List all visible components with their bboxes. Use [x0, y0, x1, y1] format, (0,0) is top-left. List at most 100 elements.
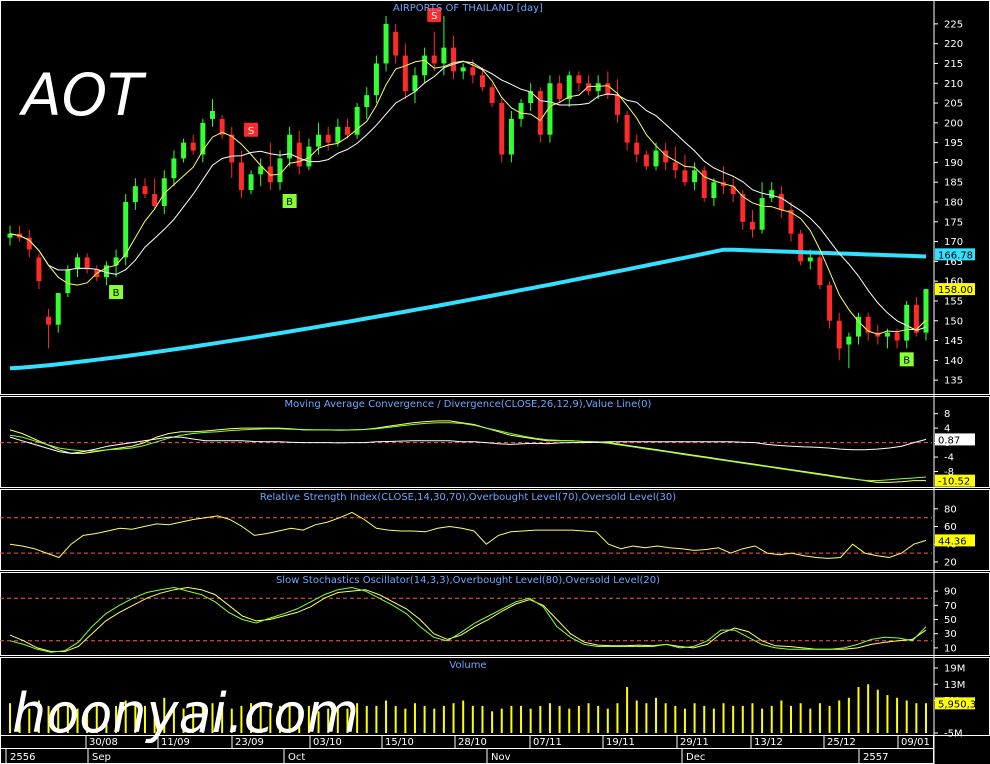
y-tick-label: 185: [944, 178, 963, 189]
y-tick-label: 8: [944, 409, 950, 420]
candle-body: [605, 83, 611, 96]
y-tick-label: 140: [944, 356, 963, 367]
candle-body: [55, 293, 61, 325]
y-tick-label: 220: [944, 39, 963, 50]
candle-body: [470, 67, 476, 76]
y-tick-label: -5M: [944, 729, 963, 740]
x-month-label: Nov: [491, 752, 511, 763]
candle-body: [277, 158, 283, 183]
rsi-value-label: 44.36: [938, 536, 967, 547]
y-tick-label: 175: [944, 217, 963, 228]
candle-body: [46, 316, 52, 325]
candle-body: [798, 233, 804, 262]
y-tick-label: 200: [944, 118, 963, 129]
last-price-label: 158.00: [938, 285, 973, 296]
candle-body: [441, 47, 447, 64]
y-tick-label: 13M: [944, 680, 965, 691]
candle-body: [296, 142, 302, 167]
y-tick-label: 20: [944, 557, 957, 568]
candle-body: [923, 289, 929, 333]
volume-title: Volume: [449, 660, 486, 671]
candle-body: [711, 182, 717, 199]
candle-body: [422, 55, 428, 76]
candle-body: [827, 285, 833, 321]
y-tick-label: 210: [944, 79, 963, 90]
candle-body: [402, 55, 408, 92]
y-tick-label: -4: [944, 453, 954, 464]
x-month-label: 2557: [863, 752, 888, 763]
candle-body: [624, 114, 630, 143]
candle-body: [778, 194, 784, 210]
ma-value-label: 166.78: [938, 250, 973, 261]
candle-body: [238, 162, 244, 191]
candle-body: [759, 198, 765, 230]
candle-body: [884, 332, 890, 337]
candle-body: [499, 103, 505, 155]
candle-body: [393, 31, 399, 56]
signal-label: B: [903, 355, 910, 366]
y-tick-label: 60: [944, 522, 957, 533]
candle-body: [865, 316, 871, 333]
candle-body: [614, 95, 620, 115]
candle-body: [460, 67, 466, 72]
candle-body: [817, 257, 823, 286]
y-tick-label: 215: [944, 59, 963, 70]
candle-body: [566, 75, 572, 100]
candle-body: [142, 186, 148, 195]
candle-body: [373, 63, 379, 96]
y-tick-label: 205: [944, 99, 963, 110]
x-date-label: 29/11: [680, 737, 709, 748]
candle-body: [904, 304, 910, 341]
candle-body: [248, 174, 254, 191]
candle-body: [508, 118, 514, 155]
candle-body: [537, 91, 543, 135]
signal-label: B: [286, 197, 293, 208]
candle-body: [344, 126, 350, 135]
macd-signal-label: -10.52: [938, 477, 970, 488]
candle-body: [431, 55, 437, 64]
candle-body: [846, 336, 852, 345]
y-tick-label: 4: [944, 424, 950, 435]
x-date-label: 07/11: [533, 737, 562, 748]
candle-body: [65, 269, 71, 294]
y-tick-label: 195: [944, 138, 963, 149]
candle-body: [325, 134, 331, 143]
candle-body: [113, 257, 119, 266]
y-tick-label: 145: [944, 336, 963, 347]
candle-body: [412, 75, 418, 92]
symbol-watermark: AOT: [18, 61, 147, 129]
candle-body: [489, 87, 495, 104]
candle-body: [36, 257, 42, 282]
candle-body: [653, 150, 659, 167]
y-tick-label: 19M: [944, 664, 965, 675]
candle-body: [229, 134, 235, 163]
x-date-label: 13/12: [754, 737, 783, 748]
candle-body: [807, 257, 813, 262]
candle-body: [769, 190, 775, 199]
candle-body: [518, 103, 524, 119]
candle-body: [209, 110, 215, 119]
candle-body: [451, 47, 457, 72]
y-tick-label: 150: [944, 316, 963, 327]
candle-body: [152, 194, 158, 206]
candle-body: [316, 134, 322, 147]
candle-body: [682, 170, 688, 183]
candle-body: [836, 320, 842, 349]
y-tick-label: 190: [944, 158, 963, 169]
candle-body: [576, 75, 582, 84]
y-tick-label: 90: [944, 587, 957, 598]
candle-body: [383, 23, 389, 64]
candle-body: [672, 162, 678, 171]
candle-body: [894, 332, 900, 341]
y-tick-label: 225: [944, 19, 963, 30]
candle-body: [479, 75, 485, 88]
x-date-label: 15/10: [385, 737, 414, 748]
x-month-label: Dec: [686, 752, 705, 763]
candle-body: [335, 126, 341, 143]
candle-body: [171, 158, 177, 179]
candle-body: [595, 83, 601, 92]
y-tick-label: 70: [944, 601, 957, 612]
macd-value-label: 0.87: [938, 435, 960, 446]
price-chart-title: AIRPORTS OF THAILAND [day]: [393, 3, 543, 14]
macd-title: Moving Average Convergence / Divergence(…: [285, 399, 652, 410]
